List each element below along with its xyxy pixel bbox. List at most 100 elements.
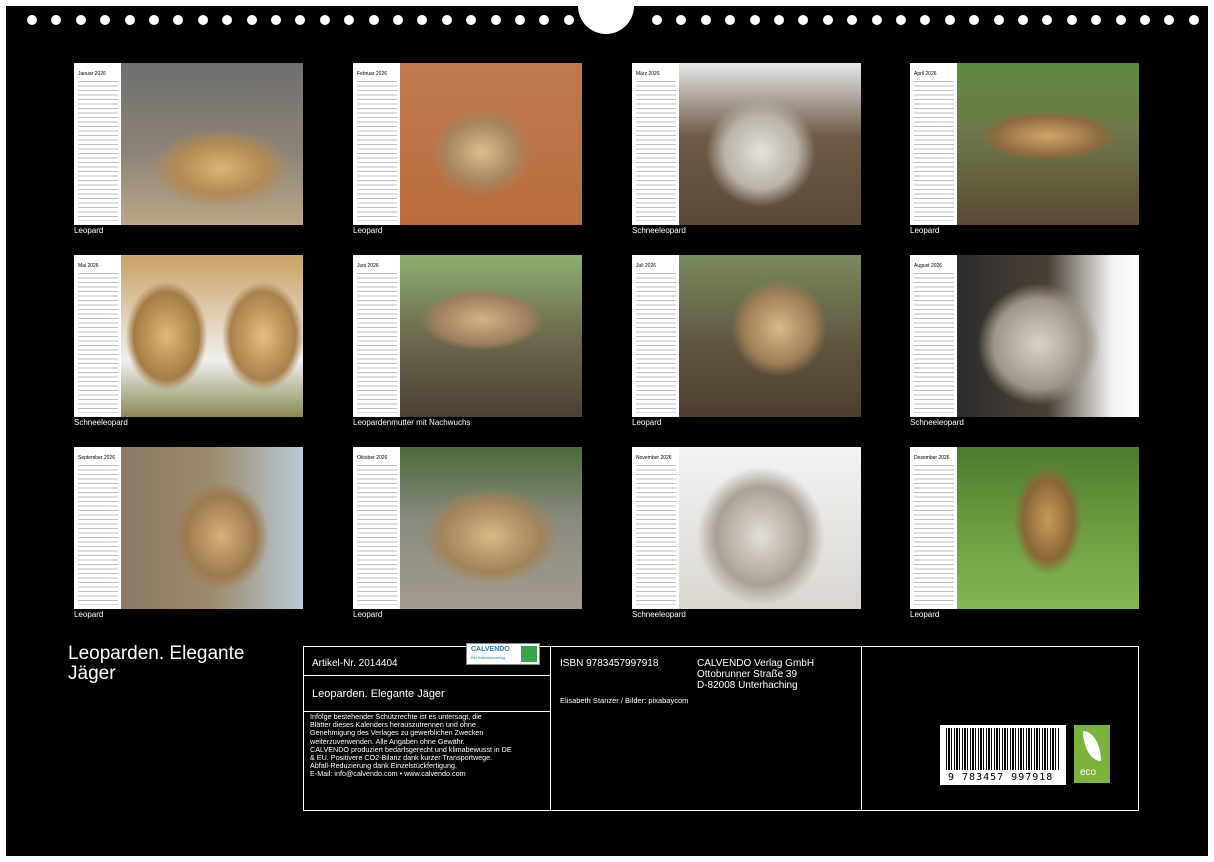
photo-credits: Elisabeth Stanzer / Bilder: pixabaycom: [560, 696, 689, 705]
month-page: März 2026: [632, 63, 861, 225]
binding-hole: [871, 15, 882, 25]
publisher-line: Ottobrunner Straße 39: [697, 669, 798, 680]
day-lines: [914, 273, 954, 413]
photo-caption: Leopard: [74, 226, 104, 235]
binding-hole: [441, 15, 452, 25]
photo-caption: Schneeleopard: [910, 418, 964, 427]
month-page: Juli 2026: [632, 255, 861, 417]
calendar-title: Leoparden. Elegante Jäger: [68, 643, 245, 684]
binding-hole: [1164, 15, 1175, 25]
leaf-icon: [1083, 731, 1101, 761]
day-column: Juli 2026: [632, 255, 679, 417]
binding-hole: [149, 15, 159, 25]
binding-hole: [368, 15, 379, 25]
legal-notice: Infolge bestehender Schutzrechte ist es …: [310, 712, 546, 779]
binding-hole: [969, 15, 980, 25]
binding-hole: [652, 15, 662, 25]
binding-hole: [515, 15, 525, 25]
binding-hole: [1188, 15, 1199, 25]
spiral-binding: [6, 4, 1208, 36]
day-lines: [357, 273, 397, 413]
day-column: März 2026: [632, 63, 679, 225]
day-column: Oktober 2026: [353, 447, 400, 609]
binding-hole: [1042, 15, 1053, 25]
month-heading: März 2026: [636, 71, 660, 77]
eco-badge: eco: [1074, 725, 1110, 783]
month-page: Mai 2026: [74, 255, 303, 417]
binding-hole: [847, 15, 858, 25]
binding-hole: [393, 15, 403, 25]
day-column: Dezember 2026: [910, 447, 957, 609]
logo-mark-icon: [521, 646, 537, 662]
binding-hole: [920, 15, 931, 25]
binding-hole: [539, 15, 550, 25]
barcode-number: 9 783457 997918: [948, 772, 1054, 783]
day-lines: [78, 273, 118, 413]
eco-label: eco: [1080, 767, 1097, 778]
article-number: Artikel-Nr. 2014404: [312, 658, 398, 669]
isbn: ISBN 9783457997918: [560, 658, 659, 669]
publisher-line: D-82008 Unterhaching: [697, 680, 798, 691]
leopard-log-photo: [679, 255, 861, 417]
day-lines: [78, 465, 118, 605]
logo-text: CALVENDO: [471, 646, 510, 653]
day-column: April 2026: [910, 63, 957, 225]
binding-hole: [798, 15, 809, 25]
day-column: September 2026: [74, 447, 121, 609]
day-lines: [636, 81, 676, 221]
binding-hole: [222, 15, 233, 25]
leopard-tree-trunk-photo: [121, 447, 303, 609]
binding-hole: [1115, 15, 1126, 25]
binding-hole: [124, 15, 135, 25]
photo-caption: Leopard: [910, 610, 940, 619]
month-heading: Juni 2026: [357, 263, 379, 269]
month-heading: November 2026: [636, 455, 672, 461]
binding-hole: [822, 15, 833, 25]
binding-hole: [749, 15, 760, 25]
binding-hole: [725, 15, 736, 25]
day-lines: [914, 465, 954, 605]
month-heading: April 2026: [914, 71, 937, 77]
publisher-address: CALVENDO Verlag GmbH Ottobrunner Straße …: [697, 658, 814, 691]
month-page: April 2026: [910, 63, 1139, 225]
day-column: Juni 2026: [353, 255, 400, 417]
month-page: Dezember 2026: [910, 447, 1139, 609]
binding-hole: [51, 15, 62, 25]
leopard-in-tree-photo: [957, 63, 1139, 225]
binding-hole: [1066, 15, 1077, 25]
day-column: Mai 2026: [74, 255, 121, 417]
photo-caption: Schneeleopard: [74, 418, 128, 427]
photo-caption: Leopard: [74, 610, 104, 619]
photo-caption: Schneeleopard: [632, 610, 686, 619]
month-heading: Februar 2026: [357, 71, 388, 77]
binding-hole: [75, 15, 86, 25]
photo-caption: Leopardenmutter mit Nachwuchs: [353, 418, 471, 427]
notice-line: E-Mail: info@calvendo.com • www.calvendo…: [310, 769, 466, 779]
month-heading: Januar 2026: [78, 71, 106, 77]
binding-hole: [944, 15, 955, 25]
binding-hole: [1018, 15, 1028, 25]
binding-hole: [1091, 15, 1102, 25]
month-page: September 2026: [74, 447, 303, 609]
month-page: August 2026: [910, 255, 1139, 417]
binding-hole: [676, 15, 687, 25]
snow-leopard-portrait-photo: [679, 447, 861, 609]
binding-hole: [490, 15, 501, 25]
month-heading: Dezember 2026: [914, 455, 950, 461]
info-title: Leoparden. Elegante Jäger: [312, 688, 445, 700]
day-lines: [357, 81, 397, 221]
day-lines: [78, 81, 118, 221]
binding-hole: [295, 15, 306, 25]
mother-cub-photo: [400, 255, 582, 417]
photo-caption: Leopard: [910, 226, 940, 235]
binding-hole: [173, 15, 184, 25]
binding-hole: [319, 15, 330, 25]
hanger-cutout: [578, 4, 634, 34]
photo-caption: Leopard: [353, 226, 383, 235]
binding-hole: [344, 15, 355, 25]
snow-leopards-fight-photo: [121, 255, 303, 417]
binding-hole: [100, 15, 111, 25]
month-page: Oktober 2026: [353, 447, 582, 609]
day-column: November 2026: [632, 447, 679, 609]
month-heading: Oktober 2026: [357, 455, 388, 461]
